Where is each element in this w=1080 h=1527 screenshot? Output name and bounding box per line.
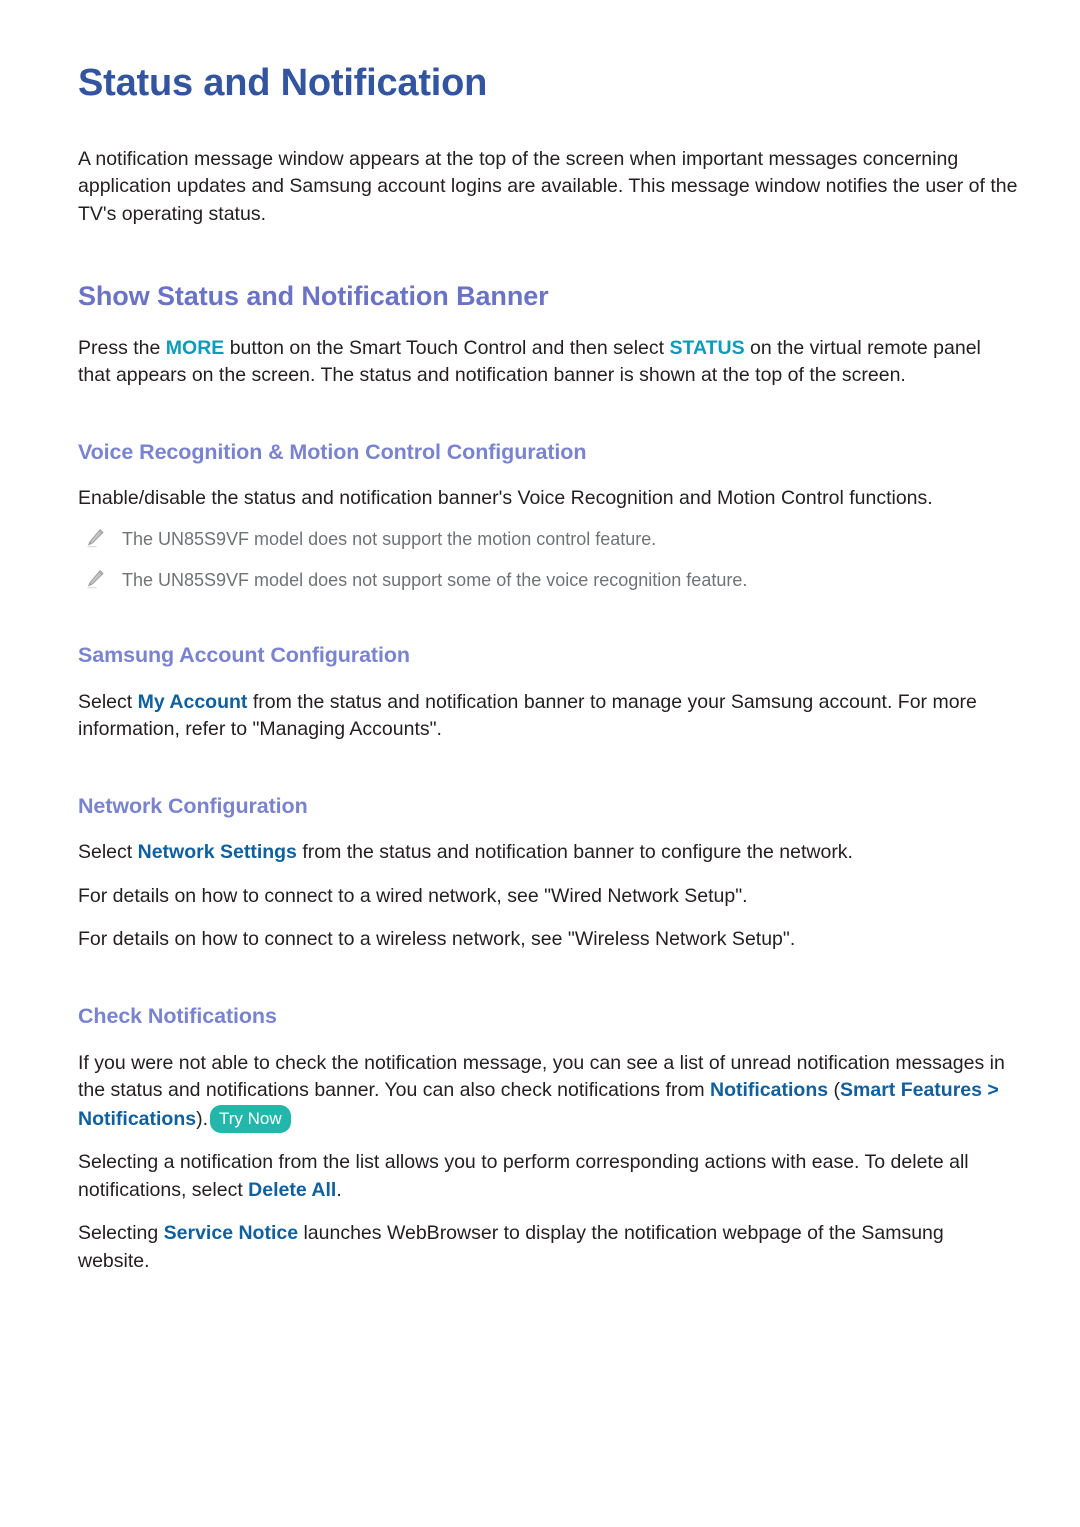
text-fragment: Selecting	[78, 1222, 164, 1245]
keyword-status[interactable]: STATUS	[669, 337, 744, 359]
section-heading-show-banner: Show Status and Notification Banner	[78, 281, 549, 312]
link-smart-features[interactable]: Smart Features	[840, 1079, 982, 1101]
link-service-notice[interactable]: Service Notice	[164, 1222, 298, 1244]
network-paragraph-3: For details on how to connect to a wirel…	[78, 928, 796, 951]
check-notifications-paragraph-1: If you were not able to check the notifi…	[78, 1050, 1018, 1134]
note-item: The UN85S9VF model does not support the …	[78, 527, 1018, 552]
text-fragment: ).	[196, 1107, 209, 1130]
try-now-badge[interactable]: Try Now	[210, 1104, 291, 1133]
intro-paragraph: A notification message window appears at…	[78, 147, 1018, 225]
text-fragment: (	[828, 1079, 840, 1102]
check-notifications-paragraph-3: Selecting Service Notice launches WebBro…	[78, 1220, 1018, 1275]
pencil-icon	[84, 568, 106, 590]
text-fragment: button on the Smart Touch Control and th…	[224, 336, 670, 359]
note-text: The UN85S9VF model does not support the …	[122, 528, 657, 549]
note-text: The UN85S9VF model does not support some…	[122, 569, 748, 590]
text-fragment: .	[336, 1178, 342, 1201]
subsection-heading-network: Network Configuration	[78, 793, 308, 818]
text-fragment: from the status and notification banner …	[296, 841, 853, 864]
voice-motion-note-list: The UN85S9VF model does not support the …	[78, 527, 1018, 593]
path-separator-icon: >	[981, 1079, 999, 1102]
text-fragment: Select	[78, 841, 138, 864]
text-fragment: Select	[78, 690, 138, 713]
network-paragraph-1: Select Network Settings from the status …	[78, 839, 1018, 867]
link-notifications-sub[interactable]: Notifications	[78, 1108, 196, 1130]
document-page: Status and Notification A notification m…	[0, 0, 1080, 1527]
voice-motion-paragraph: Enable/disable the status and notificati…	[78, 487, 933, 510]
text-fragment: Selecting a notification from the list a…	[78, 1151, 969, 1201]
subsection-heading-check-notifications: Check Notifications	[78, 1003, 277, 1028]
subsection-heading-voice-motion: Voice Recognition & Motion Control Confi…	[78, 439, 587, 464]
link-my-account[interactable]: My Account	[138, 691, 248, 713]
link-delete-all[interactable]: Delete All	[248, 1179, 336, 1201]
link-notifications[interactable]: Notifications	[710, 1079, 828, 1101]
pencil-icon	[84, 527, 106, 549]
subsection-heading-samsung-account: Samsung Account Configuration	[78, 642, 410, 667]
show-banner-paragraph: Press the MORE button on the Smart Touch…	[78, 335, 1018, 390]
samsung-account-paragraph: Select My Account from the status and no…	[78, 689, 1018, 744]
network-paragraph-2: For details on how to connect to a wired…	[78, 884, 748, 907]
note-item: The UN85S9VF model does not support some…	[78, 568, 1018, 593]
page-title: Status and Notification	[78, 62, 488, 104]
link-network-settings[interactable]: Network Settings	[138, 841, 297, 863]
check-notifications-paragraph-2: Selecting a notification from the list a…	[78, 1149, 1018, 1204]
text-fragment: Press the	[78, 336, 166, 359]
keyword-more[interactable]: MORE	[166, 337, 225, 359]
